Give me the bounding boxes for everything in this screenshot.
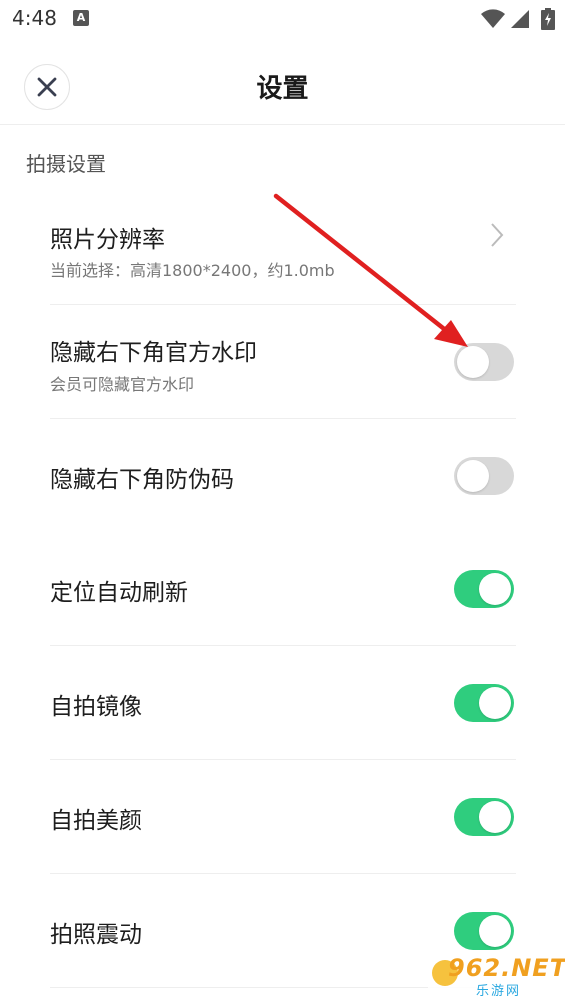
setting-label: 照片分辨率 (50, 227, 165, 253)
toggle-knob (479, 573, 511, 605)
hide-anti-counterfeit-toggle[interactable] (454, 457, 514, 495)
setting-label: 隐藏右下角防伪码 (50, 467, 234, 493)
status-time: 4:48 (12, 6, 57, 30)
page-title: 设置 (256, 74, 309, 104)
battery-icon (541, 8, 555, 30)
selfie-beauty-toggle[interactable] (454, 798, 514, 836)
setting-label: 隐藏右下角官方水印 (50, 340, 257, 366)
toggle-knob (479, 801, 511, 833)
wifi-icon (481, 9, 505, 28)
chevron-right-icon (491, 223, 504, 247)
selfie-mirror-toggle[interactable] (454, 684, 514, 722)
setting-selfie-mirror: 自拍镜像 (50, 646, 516, 759)
watermark-text: 962.NET (448, 954, 565, 982)
setting-label: 自拍镜像 (50, 694, 142, 720)
toggle-knob (479, 915, 511, 947)
header: 设置 (0, 40, 565, 125)
setting-location-auto-refresh: 定位自动刷新 (50, 532, 516, 645)
setting-label: 自拍美颜 (50, 808, 142, 834)
toggle-knob (479, 687, 511, 719)
toggle-knob (457, 346, 489, 378)
hide-watermark-toggle[interactable] (454, 343, 514, 381)
setting-label: 定位自动刷新 (50, 580, 188, 606)
shutter-vibration-toggle[interactable] (454, 912, 514, 950)
notification-icon: A (73, 10, 89, 26)
setting-hide-official-watermark: 隐藏右下角官方水印 会员可隐藏官方水印 (50, 305, 516, 418)
setting-selfie-beauty: 自拍美颜 (50, 760, 516, 873)
setting-subtitle: 当前选择：高清1800*2400，约1.0mb (50, 261, 335, 280)
setting-subtitle: 会员可隐藏官方水印 (50, 375, 195, 394)
section-title: 拍摄设置 (26, 152, 106, 176)
watermark-subtext: 乐游网 (476, 984, 522, 999)
setting-hide-anti-counterfeit: 隐藏右下角防伪码 (50, 419, 516, 532)
setting-photo-resolution[interactable]: 照片分辨率 当前选择：高清1800*2400，约1.0mb (50, 196, 516, 304)
toggle-knob (457, 460, 489, 492)
site-watermark: 962.NET 乐游网 (428, 952, 565, 1000)
location-refresh-toggle[interactable] (454, 570, 514, 608)
setting-label: 拍照震动 (50, 922, 142, 948)
signal-icon (511, 10, 529, 28)
status-bar: 4:48 A (0, 0, 565, 40)
